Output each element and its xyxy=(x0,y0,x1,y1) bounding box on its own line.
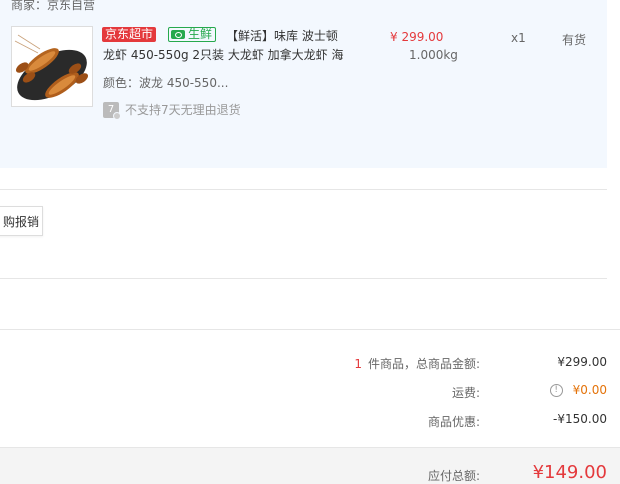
divider xyxy=(0,189,607,190)
total-label: 应付总额: xyxy=(427,469,480,483)
divider xyxy=(0,278,607,279)
reimburse-button[interactable]: 购报销 xyxy=(0,206,43,236)
unit-price: ¥ 299.00 xyxy=(390,30,444,44)
discount-label: 商品优惠: xyxy=(427,415,480,429)
total-bar xyxy=(0,447,620,484)
subtotal-label-text: 件商品，总商品金额: xyxy=(367,357,480,371)
shipping-label: 运费: xyxy=(451,386,480,400)
stock-status: 有货 xyxy=(562,33,587,47)
return-notice-text: 不支持7天无理由退货 xyxy=(125,103,241,117)
fresh-badge-label: 生鲜 xyxy=(188,27,213,41)
discount-value: -¥150.00 xyxy=(553,412,607,426)
subtotal-value: ¥299.00 xyxy=(557,355,607,369)
product-thumbnail[interactable] xyxy=(11,26,93,107)
return-notice: 7 不支持7天无理由退货 xyxy=(103,101,241,120)
shipping-value: ¥0.00 xyxy=(572,383,607,397)
seven-day-return-icon: 7 xyxy=(103,101,121,120)
fresh-fish-icon xyxy=(171,30,185,39)
fresh-badge: 生鲜 xyxy=(168,27,217,42)
lobster-image xyxy=(12,27,92,106)
merchant-label: 商家：京东自营 xyxy=(11,0,96,12)
subtotal-label: 1 件商品，总商品金额: xyxy=(354,355,480,372)
unit-weight: 1.000kg xyxy=(409,48,458,62)
divider xyxy=(0,329,620,330)
info-icon[interactable]: ! xyxy=(549,383,563,397)
shipping-row: ! ¥0.00 xyxy=(549,383,607,397)
item-count: 1 xyxy=(354,357,362,371)
jd-supermarket-badge: 京东超市 xyxy=(102,27,157,42)
total-value: ¥149.00 xyxy=(532,462,607,483)
color-spec: 颜色：波龙 450-550... xyxy=(103,76,229,90)
product-title-line2[interactable]: 龙虾 450-550g 2只装 大龙虾 加拿大龙虾 海 xyxy=(103,46,373,65)
quantity: x1 xyxy=(511,31,526,45)
product-title-line1[interactable]: 【鲜活】味库 波士顿 xyxy=(226,29,338,43)
